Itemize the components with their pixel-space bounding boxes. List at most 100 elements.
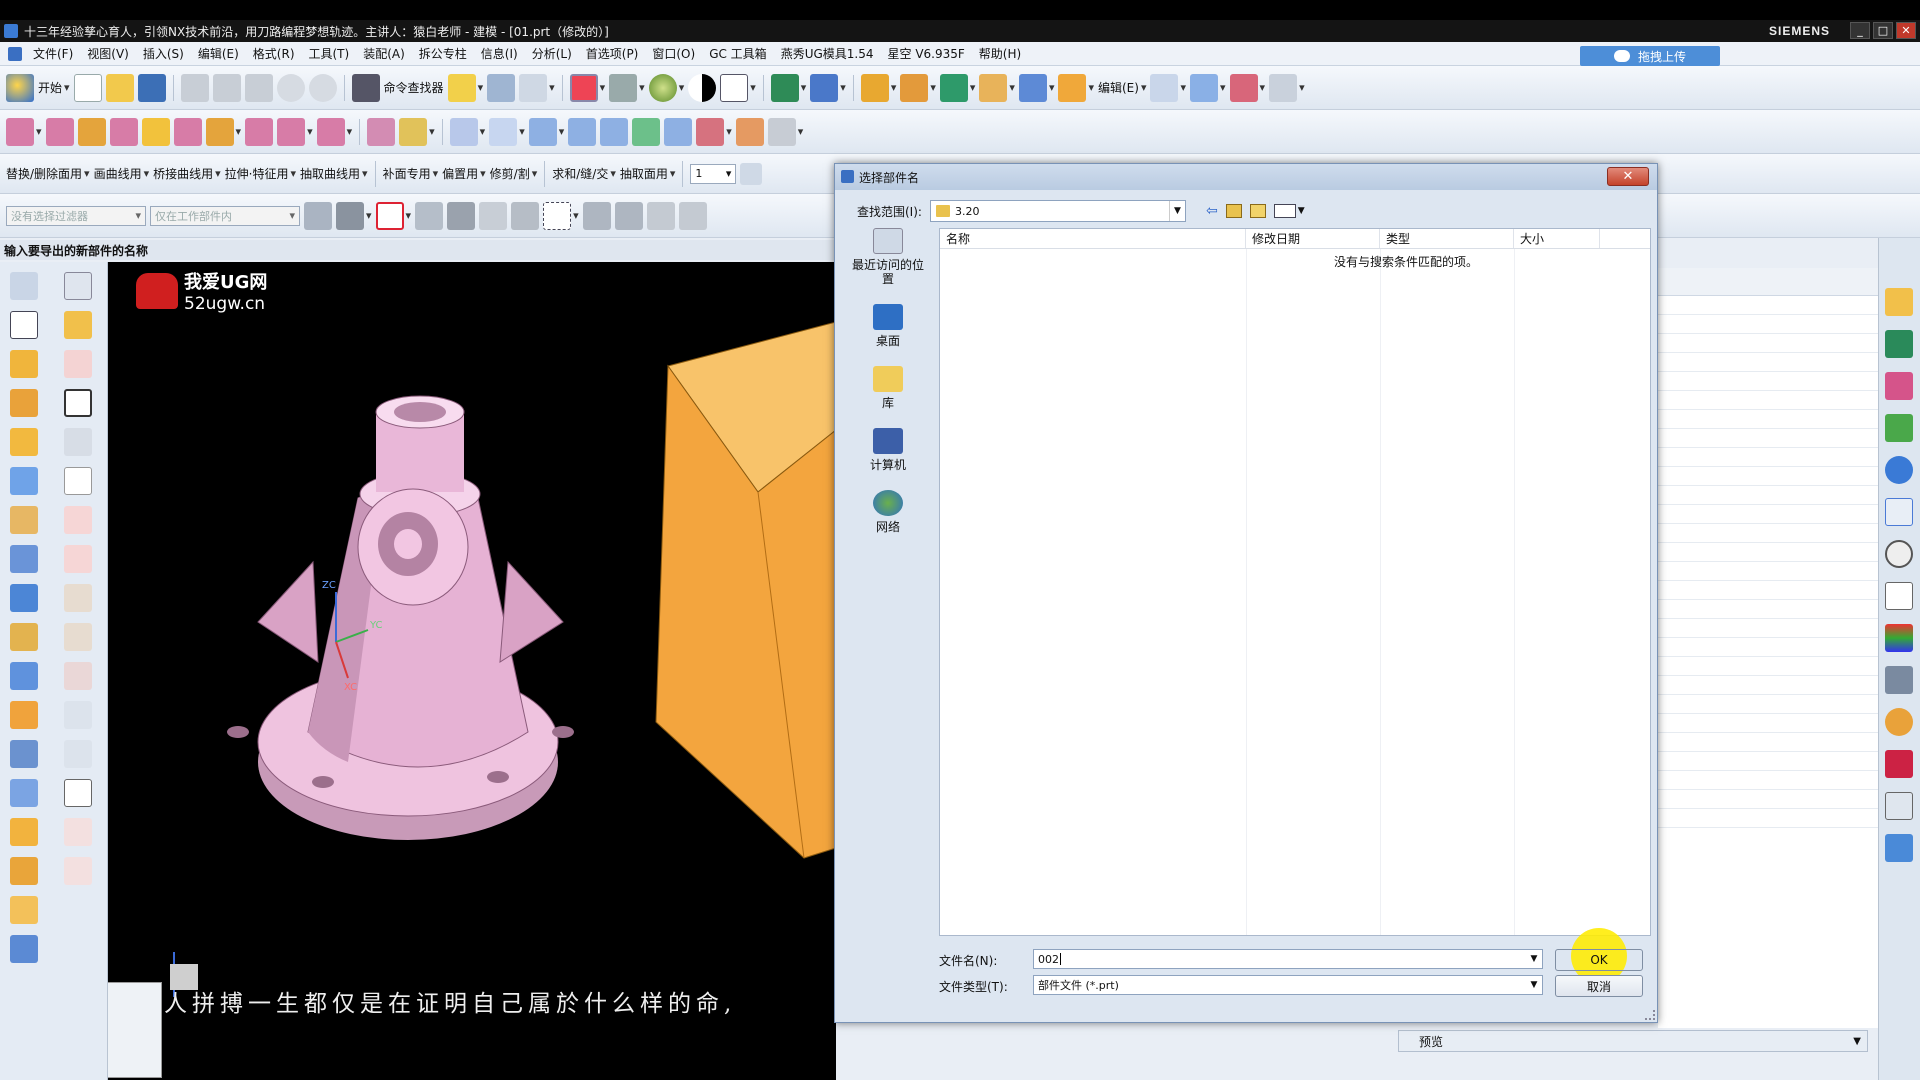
chevron-down-icon[interactable]: ▾	[144, 167, 150, 180]
chevron-down-icon[interactable]: ▾	[1220, 81, 1226, 94]
datum-plane-icon[interactable]	[64, 311, 92, 339]
chevron-down-icon[interactable]: ▼	[1853, 1036, 1861, 1047]
surface-icon[interactable]	[1190, 73, 1219, 102]
pattern-icon[interactable]	[10, 506, 38, 534]
reverse-icon[interactable]	[415, 201, 444, 230]
menu-format[interactable]: 格式(R)	[246, 45, 302, 62]
list-item[interactable]	[1658, 353, 1878, 372]
cylinder-icon[interactable]	[10, 857, 38, 885]
extract-face-menu[interactable]: 抽取面用	[620, 165, 668, 182]
maximize-button[interactable]: □	[1873, 22, 1893, 39]
trim-split-menu[interactable]: 修剪/割	[490, 165, 530, 182]
start-icon[interactable]	[6, 73, 34, 102]
ruled-icon[interactable]	[568, 117, 597, 146]
system-materials-icon[interactable]	[1885, 582, 1913, 610]
analysis-icon[interactable]	[1269, 73, 1298, 102]
n-sided-icon[interactable]	[632, 117, 661, 146]
offset-curve-icon[interactable]	[64, 662, 92, 690]
chevron-down-icon[interactable]: ▾	[559, 125, 565, 138]
menu-tools[interactable]: 工具(T)	[302, 45, 357, 62]
chevron-down-icon[interactable]: ▾	[215, 167, 221, 180]
polygon-icon[interactable]	[64, 506, 92, 534]
menu-edit[interactable]: 编辑(E)	[191, 45, 246, 62]
list-item[interactable]	[1658, 486, 1878, 505]
list-item[interactable]	[1658, 429, 1878, 448]
save-icon[interactable]	[137, 73, 166, 102]
command-finder-icon[interactable]	[351, 73, 380, 102]
cube-left-icon[interactable]	[10, 935, 38, 963]
list-item[interactable]	[1658, 695, 1878, 714]
palette-icon[interactable]	[1885, 792, 1913, 820]
trim-sheet-icon[interactable]	[696, 117, 725, 146]
column-modified-date[interactable]: 修改日期	[1246, 229, 1380, 248]
part-navigator-icon[interactable]	[10, 272, 38, 300]
list-item[interactable]	[1658, 296, 1878, 315]
open-folder-icon[interactable]	[105, 73, 134, 102]
new-folder-icon[interactable]	[1249, 204, 1266, 218]
chevron-down-icon[interactable]: ▾	[1141, 81, 1147, 94]
replace-delete-face-menu[interactable]: 替换/删除面用	[6, 165, 82, 182]
wcs-icon[interactable]	[810, 73, 839, 102]
menu-gc-toolkit[interactable]: GC 工具箱	[702, 45, 774, 62]
trim-body-icon[interactable]	[10, 740, 38, 768]
through-curves-icon[interactable]	[600, 117, 629, 146]
offset-menu[interactable]: 偏置用	[442, 165, 478, 182]
chevron-down-icon[interactable]: ▾	[1180, 81, 1186, 94]
web-browser-icon[interactable]	[1885, 456, 1913, 484]
divide-curve-icon[interactable]	[64, 857, 92, 885]
extract-curve-menu[interactable]: 抽取曲线用	[300, 165, 360, 182]
pentagon-icon[interactable]	[64, 545, 92, 573]
text-tool-icon[interactable]	[64, 467, 92, 495]
sew-icon[interactable]	[767, 117, 796, 146]
chevron-down-icon[interactable]: ▾	[480, 125, 486, 138]
history-icon[interactable]	[1885, 498, 1913, 526]
snap-icon[interactable]	[511, 201, 540, 230]
column-name[interactable]: 名称	[940, 229, 1246, 248]
block-left-icon[interactable]	[10, 818, 38, 846]
assembly-navigator-icon[interactable]	[1885, 288, 1913, 316]
sketch-icon[interactable]	[10, 311, 38, 339]
chevron-down-icon[interactable]: ▼	[1298, 206, 1305, 216]
feature-icon-10[interactable]	[316, 117, 345, 146]
place-recent[interactable]: 最近访问的位置	[849, 228, 927, 286]
view-orient-icon[interactable]	[487, 73, 516, 102]
feature-icon-3[interactable]	[77, 117, 106, 146]
move-object-icon[interactable]	[770, 73, 799, 102]
place-network[interactable]: 网络	[873, 490, 903, 534]
list-item[interactable]	[1658, 334, 1878, 353]
chevron-down-icon[interactable]: ▾	[1049, 81, 1055, 94]
list-item[interactable]	[1658, 752, 1878, 771]
book-icon[interactable]	[10, 584, 38, 612]
chevron-down-icon[interactable]: ▾	[236, 125, 242, 138]
feature-icon-2[interactable]	[45, 117, 74, 146]
sweep-icon[interactable]	[528, 117, 557, 146]
paste-icon[interactable]	[244, 73, 273, 102]
undo-icon[interactable]	[276, 73, 305, 102]
chevron-down-icon[interactable]: ▾	[726, 125, 732, 138]
feature-icon-6[interactable]	[173, 117, 202, 146]
filename-input[interactable]: 002 ▼	[1033, 949, 1543, 969]
feature-icon-9[interactable]	[277, 117, 306, 146]
process-studio-icon[interactable]	[1885, 624, 1913, 652]
chevron-down-icon[interactable]: ▾	[1260, 81, 1266, 94]
minimize-button[interactable]: _	[1850, 22, 1870, 39]
list-item[interactable]	[1658, 372, 1878, 391]
feature-icon-5[interactable]	[141, 117, 170, 146]
chevron-down-icon[interactable]: ▾	[670, 167, 676, 180]
plane-icon[interactable]	[449, 117, 478, 146]
file-list[interactable]: 名称 修改日期 类型 大小 没有与搜索条件匹配的项。	[939, 228, 1651, 936]
chevron-down-icon[interactable]: ▾	[600, 81, 606, 94]
layer-icon[interactable]	[720, 73, 749, 102]
chevron-down-icon[interactable]: ▾	[679, 81, 685, 94]
start-label[interactable]: 开始	[38, 79, 62, 96]
extension-icon[interactable]	[664, 117, 693, 146]
sketch-rect-icon[interactable]	[1150, 73, 1179, 102]
menu-yanxiu-mold[interactable]: 燕秀UG模具1.54	[774, 45, 881, 62]
menu-xingkong[interactable]: 星空 V6.935F	[881, 45, 972, 62]
menu-preferences[interactable]: 首选项(P)	[579, 45, 646, 62]
feature-icon-1[interactable]	[6, 117, 34, 146]
list-item[interactable]	[1658, 600, 1878, 619]
list-item[interactable]	[1658, 315, 1878, 334]
chevron-down-icon[interactable]: ▼	[1168, 201, 1185, 221]
ok-button[interactable]: OK	[1555, 949, 1643, 971]
